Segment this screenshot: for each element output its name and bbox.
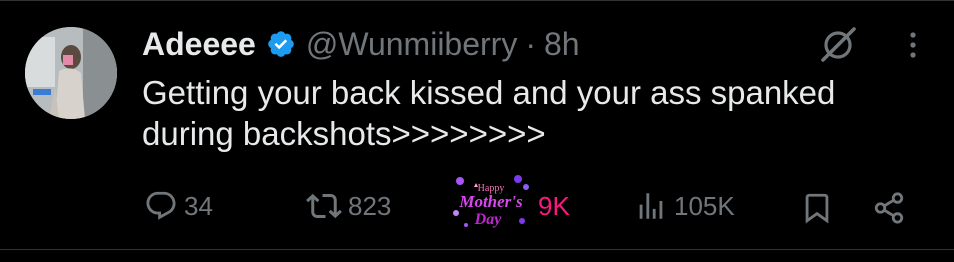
views-count: 105K	[674, 190, 735, 221]
bottom-divider	[0, 249, 954, 250]
sticker-line2: Mother's	[458, 192, 523, 211]
reply-count: 34	[184, 190, 213, 221]
mothers-day-sticker: Happy Mother's Day	[446, 173, 536, 233]
grok-icon[interactable]	[818, 24, 860, 64]
sticker-line3: Day	[474, 211, 503, 228]
share-button[interactable]	[872, 188, 906, 228]
verified-badge-icon	[266, 29, 296, 59]
avatar-photo	[25, 27, 117, 119]
repost-icon	[306, 193, 342, 219]
display-name[interactable]: Adeeee	[142, 26, 256, 63]
top-divider	[0, 0, 954, 1]
bookmark-button[interactable]	[800, 188, 834, 228]
repost-count: 823	[348, 190, 392, 221]
more-icon[interactable]	[903, 24, 923, 64]
tweet-header: Adeeee @Wunmiiberry · 8h	[142, 22, 580, 66]
tweet-text: Getting your back kissed and your ass sp…	[142, 74, 836, 152]
views-icon	[639, 193, 663, 219]
like-button[interactable]: Happy Mother's Day 9K	[446, 175, 570, 228]
user-handle[interactable]: @Wunmiiberry	[306, 26, 517, 63]
bookmark-icon	[805, 193, 829, 224]
reply-icon	[146, 191, 176, 220]
like-count: 9K	[538, 190, 570, 221]
share-icon	[874, 192, 904, 224]
reply-button[interactable]: 34	[144, 186, 213, 226]
separator-dot: ·	[525, 25, 536, 62]
repost-button[interactable]: 823	[306, 186, 391, 226]
avatar[interactable]	[25, 27, 117, 119]
views-button[interactable]: 105K	[634, 186, 735, 226]
timestamp[interactable]: 8h	[544, 26, 580, 63]
